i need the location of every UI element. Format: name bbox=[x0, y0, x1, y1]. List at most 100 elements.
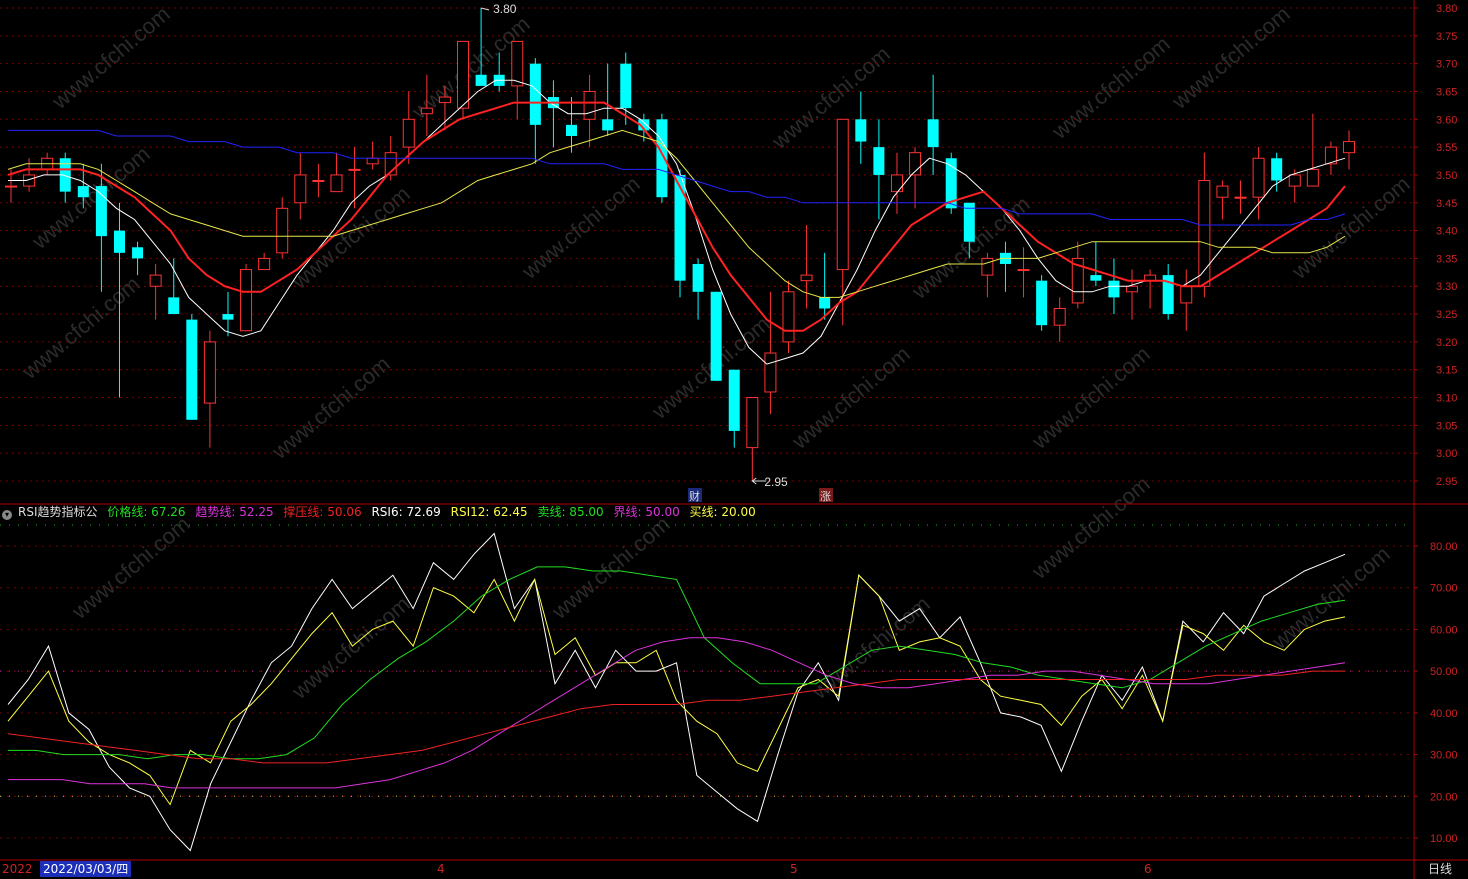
rsi-tick-label-1: 20.00 bbox=[1430, 791, 1458, 803]
candle-body-29 bbox=[529, 63, 541, 125]
candle-body-20 bbox=[366, 157, 379, 165]
candle-body-6 bbox=[113, 230, 125, 253]
candle-body-70 bbox=[1271, 158, 1283, 181]
candle-body-67 bbox=[1216, 185, 1229, 198]
candle-body-33 bbox=[602, 119, 614, 131]
price-tick-label-6: 3.25 bbox=[1436, 309, 1457, 321]
rsi-series-0 bbox=[7, 532, 1346, 852]
candle-body-38 bbox=[692, 263, 704, 292]
candle-body-40 bbox=[728, 369, 740, 431]
candle-body-46 bbox=[836, 118, 849, 271]
candle-body-68 bbox=[1234, 196, 1247, 199]
price-tick-label-7: 3.30 bbox=[1436, 281, 1457, 293]
candle-body-41 bbox=[746, 397, 759, 449]
legend-trend-line: 趋势线: 52.25 bbox=[195, 505, 274, 519]
candle-body-43 bbox=[782, 291, 795, 343]
candle-body-44 bbox=[800, 274, 813, 282]
candle-body-24 bbox=[438, 96, 451, 104]
watermark-13: www.cfchi.com bbox=[1046, 31, 1174, 144]
price-tick-label-14: 3.65 bbox=[1436, 86, 1457, 98]
candle-body-39 bbox=[710, 291, 722, 381]
price-tick-label-17: 3.80 bbox=[1436, 3, 1457, 15]
event-tag-zhang[interactable]: 涨 bbox=[820, 490, 831, 503]
candle-body-65 bbox=[1180, 285, 1193, 304]
period-label[interactable]: 日线 bbox=[1428, 861, 1452, 877]
candle-body-19 bbox=[348, 168, 361, 171]
candle-body-69 bbox=[1252, 157, 1265, 198]
candle-body-62 bbox=[1126, 285, 1139, 293]
candle-body-72 bbox=[1306, 168, 1319, 187]
event-tag-cai[interactable]: 财 bbox=[689, 489, 700, 503]
price-tick-label-9: 3.40 bbox=[1436, 226, 1457, 238]
candle-body-17 bbox=[312, 180, 325, 183]
legend-rsi6: RSI6: 72.69 bbox=[371, 505, 441, 519]
candle-body-32 bbox=[583, 90, 596, 120]
watermark-16: www.cfchi.com bbox=[546, 511, 674, 624]
indicator-legend: ▾ RSI趋势指标公 价格线: 67.26 趋势线: 52.25 撑压线: 50.… bbox=[2, 503, 762, 521]
candle-body-22 bbox=[402, 118, 415, 148]
candle-body-74 bbox=[1343, 141, 1355, 154]
candle-body-10 bbox=[186, 319, 198, 420]
candle-body-23 bbox=[420, 107, 433, 115]
chart-stage[interactable]: www.cfchi.comwww.cfchi.comwww.cfchi.comw… bbox=[0, 0, 1468, 879]
legend-rsi12: RSI12: 62.45 bbox=[450, 505, 528, 519]
candle-body-34 bbox=[620, 63, 632, 109]
watermark-17: www.cfchi.com bbox=[1026, 471, 1154, 584]
indicator-title: RSI趋势指标公 bbox=[18, 505, 98, 519]
candle-body-13 bbox=[240, 269, 253, 332]
price-tick-label-2: 3.05 bbox=[1436, 420, 1457, 432]
candle-body-11 bbox=[203, 341, 216, 404]
watermark-0: www.cfchi.com bbox=[46, 1, 174, 114]
legend-price-line: 价格线: 67.26 bbox=[107, 505, 186, 519]
low-marker-label: 2.95 bbox=[764, 475, 788, 489]
candle-body-71 bbox=[1288, 174, 1301, 187]
watermark-8: www.cfchi.com bbox=[766, 41, 894, 154]
x-axis-month-5: 5 bbox=[790, 862, 798, 876]
watermark-15: www.cfchi.com bbox=[66, 511, 194, 624]
price-tick-label-8: 3.35 bbox=[1436, 253, 1457, 265]
candle-body-58 bbox=[1053, 307, 1066, 326]
price-tick-label-10: 3.45 bbox=[1436, 198, 1457, 210]
candle-body-37 bbox=[674, 174, 686, 281]
price-tick-label-15: 3.70 bbox=[1436, 59, 1457, 71]
price-tick-label-3: 3.10 bbox=[1436, 393, 1457, 405]
cursor-date-label: 2022/03/03/四 bbox=[40, 861, 132, 877]
high-marker-label: 3.80 bbox=[493, 2, 517, 16]
price-tick-label-11: 3.50 bbox=[1436, 170, 1457, 182]
price-tick-label-0: 2.95 bbox=[1436, 476, 1457, 488]
watermark-19: www.cfchi.com bbox=[806, 591, 934, 704]
watermark-18: www.cfchi.com bbox=[286, 591, 414, 704]
price-tick-label-13: 3.60 bbox=[1436, 114, 1457, 126]
candle-body-49 bbox=[890, 174, 903, 193]
legend-buy-line: 买线: 20.00 bbox=[689, 505, 756, 519]
candle-body-60 bbox=[1090, 275, 1102, 281]
watermark-11: www.cfchi.com bbox=[1166, 1, 1294, 114]
legend-sell-line: 卖线: 85.00 bbox=[537, 505, 604, 519]
watermark-2: www.cfchi.com bbox=[16, 271, 144, 384]
watermark-6: www.cfchi.com bbox=[516, 171, 644, 284]
x-axis-year: 2022 bbox=[2, 862, 33, 876]
candle-body-31 bbox=[566, 124, 578, 136]
candle-body-0 bbox=[5, 185, 17, 188]
candle-body-61 bbox=[1108, 280, 1120, 298]
price-tick-label-4: 3.15 bbox=[1436, 365, 1457, 377]
candle-body-16 bbox=[294, 174, 307, 204]
rsi-tick-label-4: 50.00 bbox=[1430, 666, 1458, 678]
rsi-tick-label-0: 10.00 bbox=[1430, 833, 1458, 845]
watermark-12: www.cfchi.com bbox=[1286, 171, 1414, 284]
candle-body-9 bbox=[168, 297, 180, 315]
candle-body-36 bbox=[656, 119, 668, 198]
indicator-menu-icon[interactable]: ▾ bbox=[2, 510, 12, 520]
x-axis-month-4: 4 bbox=[437, 862, 445, 876]
legend-boundary-line: 界线: 50.00 bbox=[613, 505, 680, 519]
candle-body-18 bbox=[330, 174, 343, 193]
watermark-5: www.cfchi.com bbox=[266, 351, 394, 464]
rsi-tick-label-3: 40.00 bbox=[1430, 708, 1458, 720]
rsi-tick-label-2: 30.00 bbox=[1430, 750, 1458, 762]
candle-body-42 bbox=[764, 352, 777, 393]
candle-body-15 bbox=[276, 207, 289, 254]
candle-body-26 bbox=[475, 74, 487, 86]
candle-body-57 bbox=[1036, 280, 1048, 326]
watermark-20: www.cfchi.com bbox=[1266, 541, 1394, 654]
rsi-series-3 bbox=[8, 637, 1346, 789]
